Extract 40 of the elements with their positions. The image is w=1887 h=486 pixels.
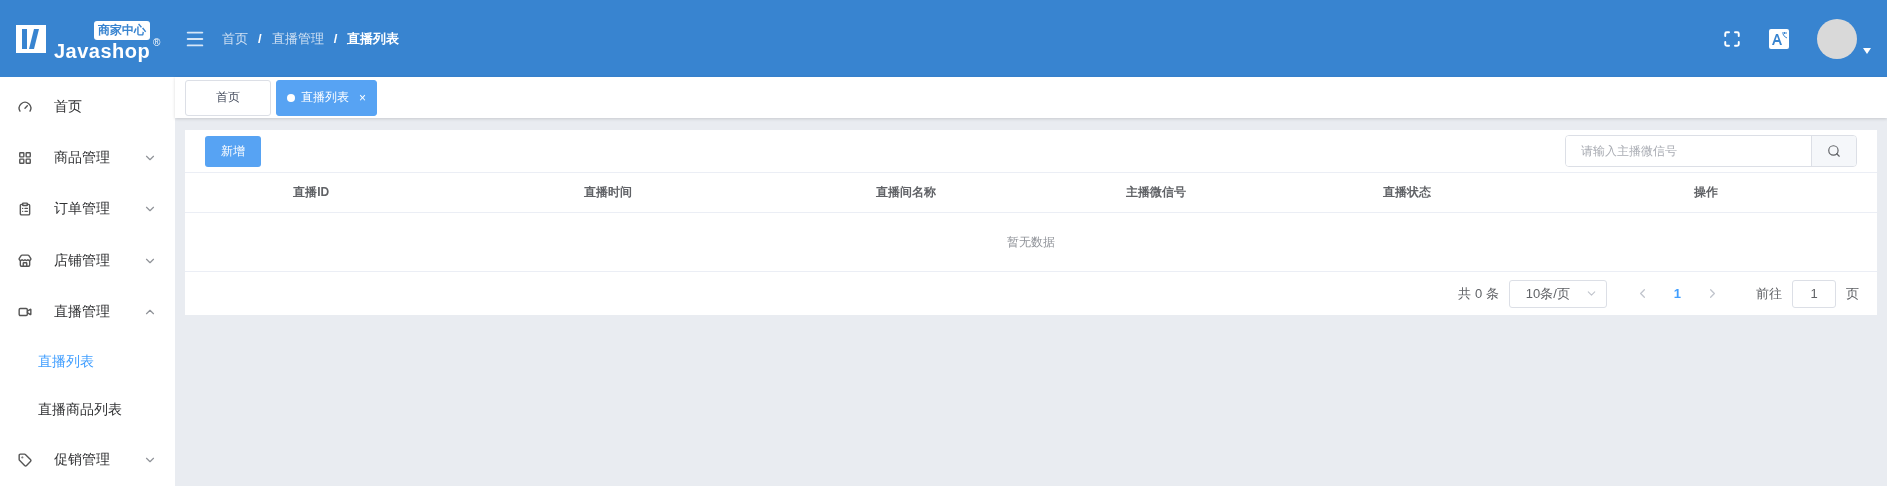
brand-name: Javashop [54, 39, 151, 63]
sidebar-item[interactable]: 商品管理 [0, 132, 175, 184]
column-header: 直播状态 [1382, 184, 1433, 201]
column-header: 主播微信号 [1124, 184, 1187, 201]
tab[interactable]: 首页 [185, 79, 271, 116]
caret-icon[interactable] [1863, 47, 1871, 54]
grid-icon [18, 151, 32, 165]
page-size-select[interactable]: 10条/页 [1508, 279, 1607, 308]
search-field[interactable]: 请输入主播微信号 [1565, 135, 1857, 167]
sidebar-item[interactable]: 订单管理 [0, 183, 175, 235]
empty-message: 暂无数据 [1007, 233, 1055, 251]
tag-icon [18, 453, 32, 468]
breadcrumb-separator: / [333, 31, 338, 46]
breadcrumb-separator: / [258, 31, 262, 46]
logo-badge: 商家中心 [94, 20, 151, 40]
goto-label: 前往 [1756, 284, 1782, 303]
page-input[interactable]: 1 [1792, 279, 1836, 308]
column-header: 直播间名称 [875, 184, 937, 201]
column-header: 直播ID [292, 184, 331, 201]
logo-icon [16, 24, 46, 53]
column-header: 直播时间 [583, 184, 633, 201]
breadcrumb-item: 直播列表 [347, 29, 400, 48]
fullscreen-icon[interactable] [1723, 29, 1741, 48]
store-icon [18, 253, 32, 268]
column-header: 操作 [1693, 184, 1720, 201]
search-icon [1827, 144, 1841, 158]
total-count: 共 0 条 [1458, 284, 1499, 303]
registered-mark: ® [152, 36, 161, 48]
sidebar-item[interactable]: 店铺管理 [0, 235, 175, 287]
active-dot [287, 93, 295, 102]
sidebar-item[interactable]: 首页 [0, 81, 175, 133]
clipboard-icon [18, 202, 32, 217]
sidebar-subitem[interactable]: 直播商品列表 [0, 386, 175, 435]
translate-icon[interactable] [1769, 28, 1789, 49]
sidebar-item[interactable]: 直播管理 [0, 286, 175, 338]
sidebar-item[interactable]: 促销管理 [0, 434, 175, 486]
search-button[interactable] [1811, 136, 1856, 166]
page-suffix: 页 [1846, 284, 1859, 303]
gauge-icon [18, 99, 32, 114]
avatar[interactable] [1817, 18, 1857, 59]
